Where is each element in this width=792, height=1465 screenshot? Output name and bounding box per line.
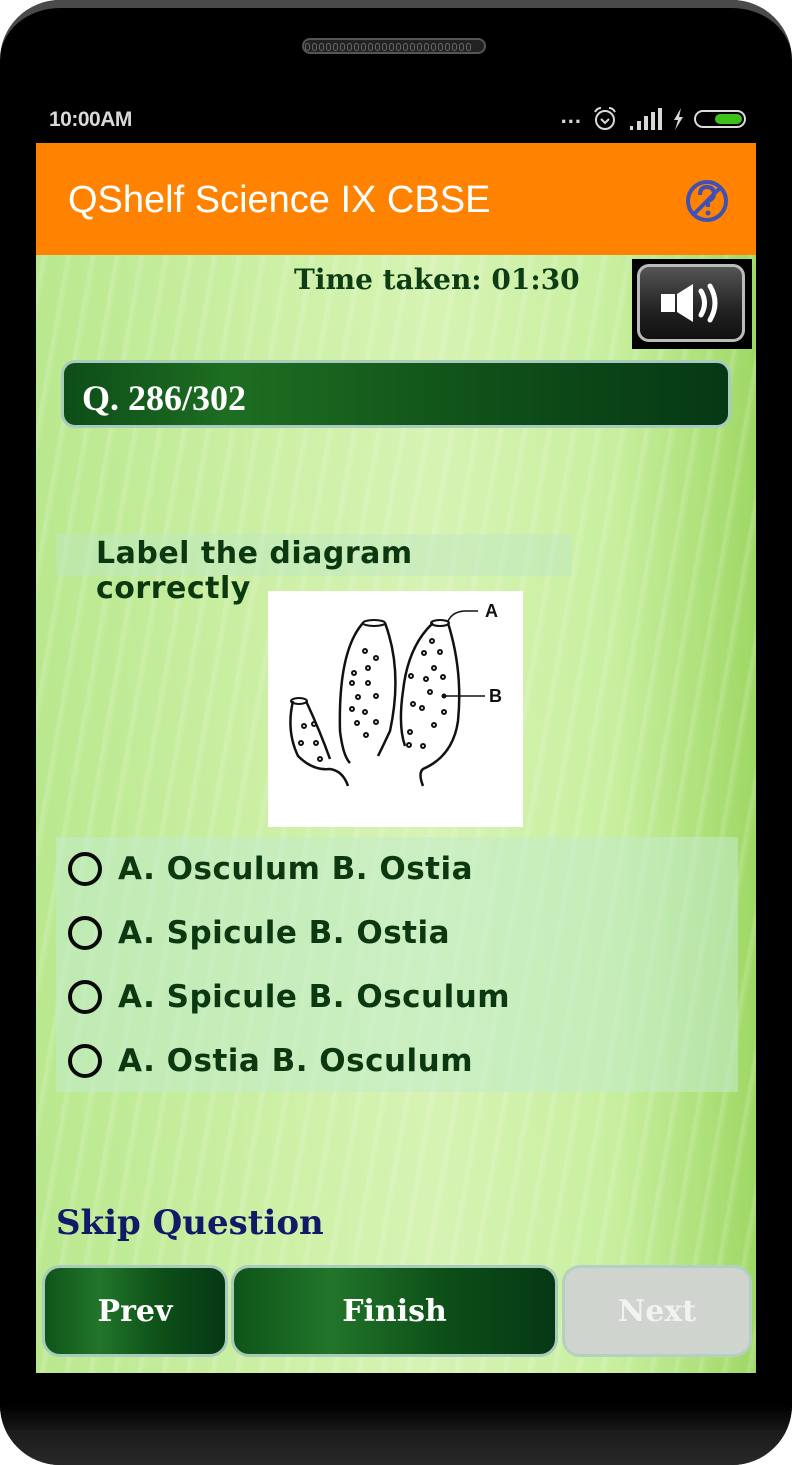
radio-button[interactable] xyxy=(68,852,102,886)
option-1[interactable]: A. Osculum B. Ostia xyxy=(68,841,473,897)
sponge-diagram-image: A B xyxy=(268,591,523,827)
status-icons: ... xyxy=(560,103,746,134)
alarm-icon xyxy=(594,107,616,130)
question-number-bar: Q. 286/302 xyxy=(61,360,731,428)
earpiece-speaker xyxy=(302,38,486,54)
option-2[interactable]: A. Spicule B. Ostia xyxy=(68,905,450,961)
help-button[interactable] xyxy=(682,178,732,224)
skip-question-link[interactable]: Skip Question xyxy=(56,1203,324,1243)
diagram-label-b: B xyxy=(489,686,502,706)
question-box: Label the diagram correctly xyxy=(56,534,572,606)
speaker-icon xyxy=(661,283,718,323)
option-3[interactable]: A. Spicule B. Osculum xyxy=(68,969,510,1025)
signal-icon xyxy=(630,108,662,130)
battery-icon xyxy=(694,110,746,128)
status-bar: 10:00AM ... xyxy=(36,98,756,142)
radio-button[interactable] xyxy=(68,1044,102,1078)
answer-options: A. Osculum B. Ostia A. Spicule B. Ostia … xyxy=(56,837,738,1092)
app-bar: QShelf Science IX CBSE xyxy=(36,143,756,255)
more-dots-icon: ... xyxy=(560,103,582,128)
finish-button[interactable]: Finish xyxy=(231,1265,558,1357)
status-time: 10:00AM xyxy=(49,108,132,131)
prev-button[interactable]: Prev xyxy=(42,1265,228,1357)
app-screen: QShelf Science IX CBSE Time taken: 01:30 xyxy=(36,143,756,1373)
charging-icon xyxy=(674,108,683,130)
sponge-diagram: A B xyxy=(289,601,502,787)
question-number: Q. 286/302 xyxy=(82,378,247,418)
no-help-icon xyxy=(686,180,728,222)
phone-bottom-edge xyxy=(0,1430,792,1465)
phone-frame: 10:00AM ... QShelf Science IX CBSE Time … xyxy=(0,0,792,1465)
sound-toggle-button[interactable] xyxy=(632,259,752,349)
next-button[interactable]: Next xyxy=(562,1265,752,1357)
app-title: QShelf Science IX CBSE xyxy=(68,179,491,221)
radio-button[interactable] xyxy=(68,916,102,950)
time-taken: Time taken: 01:30 xyxy=(294,263,580,296)
option-label: A. Spicule B. Osculum xyxy=(118,979,511,1015)
diagram-label-a: A xyxy=(485,601,498,621)
option-4[interactable]: A. Ostia B. Osculum xyxy=(68,1033,473,1089)
option-label: A. Ostia B. Osculum xyxy=(118,1043,474,1079)
option-label: A. Osculum B. Ostia xyxy=(118,851,474,887)
radio-button[interactable] xyxy=(68,980,102,1014)
option-label: A. Spicule B. Ostia xyxy=(118,915,451,951)
